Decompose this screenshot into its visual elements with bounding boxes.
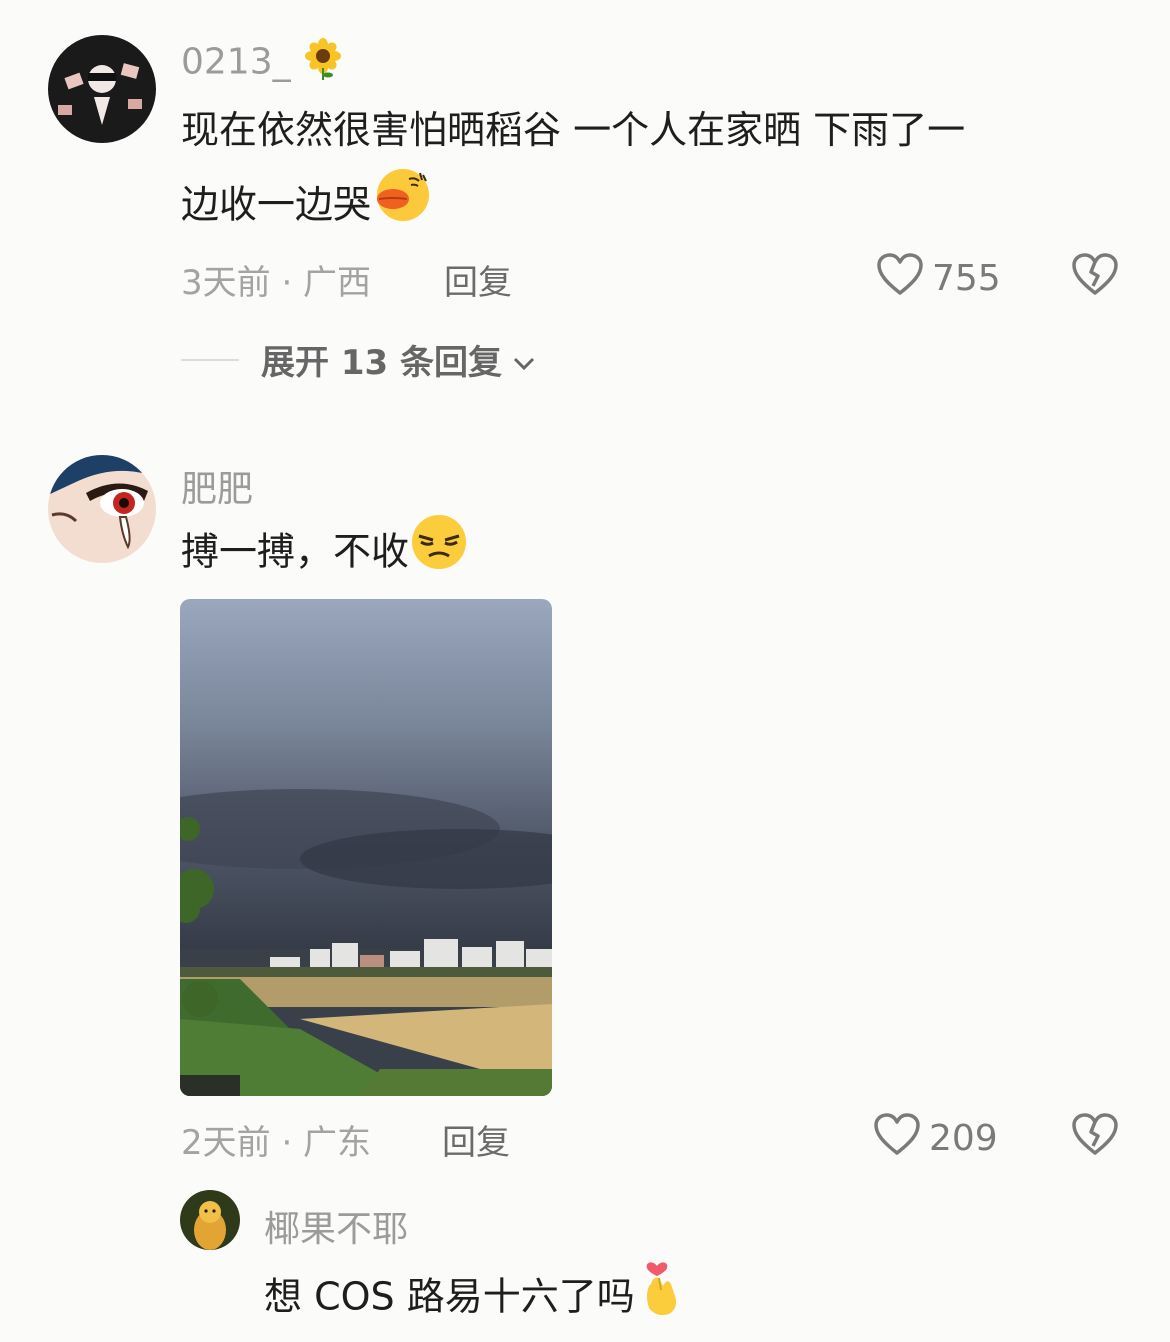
like-button[interactable]: 755 xyxy=(876,252,1001,305)
dislike-button[interactable] xyxy=(1071,1112,1119,1160)
time-location: 2天前 · 广东 xyxy=(181,1123,372,1163)
avatar[interactable] xyxy=(48,455,156,563)
chevron-down-icon xyxy=(512,340,536,380)
comment-item: 0213_ 现在依然很害怕晒稻谷 一个人在家晒 下雨了一 边收一边哭 3天前 ·… xyxy=(0,0,1170,420)
comment-text: 搏一搏，不收 xyxy=(181,514,1081,594)
reply-item: 椰果不耶 想 COS 路易十六了吗 xyxy=(0,1190,1170,1331)
heart-icon xyxy=(876,252,924,305)
comment-photo[interactable] xyxy=(180,599,552,1096)
username[interactable]: 肥肥 xyxy=(181,460,253,512)
avatar[interactable] xyxy=(180,1190,240,1250)
expand-replies-button[interactable]: 展开 13 条回复 xyxy=(181,335,536,384)
comment-text: 现在依然很害怕晒稻谷 一个人在家晒 下雨了一 边收一边哭 xyxy=(181,94,1121,247)
avatar[interactable] xyxy=(48,35,156,143)
reply-button[interactable]: 回复 xyxy=(444,255,512,304)
broken-heart-icon xyxy=(1071,1113,1119,1160)
comment-item: 肥肥 搏一搏，不收 2天前 · 广东 回复 209 xyxy=(0,420,1170,1190)
unamused-face-icon xyxy=(409,514,469,594)
dislike-button[interactable] xyxy=(1071,252,1119,300)
duck-lips-face-icon xyxy=(371,167,431,247)
divider xyxy=(181,358,239,361)
time-location: 3天前 · 广西 xyxy=(181,263,372,303)
sunflower-icon xyxy=(302,38,344,89)
reply-text: 想 COS 路易十六了吗 xyxy=(264,1256,1124,1342)
username[interactable]: 0213_ xyxy=(181,38,344,89)
reply-button[interactable]: 回复 xyxy=(442,1115,510,1164)
like-count: 209 xyxy=(929,1118,998,1159)
broken-heart-icon xyxy=(1071,253,1119,300)
like-button[interactable]: 209 xyxy=(873,1112,998,1165)
heart-icon xyxy=(873,1112,921,1165)
username[interactable]: 椰果不耶 xyxy=(264,1200,408,1252)
finger-heart-icon xyxy=(635,1256,683,1342)
like-count: 755 xyxy=(932,258,1001,299)
